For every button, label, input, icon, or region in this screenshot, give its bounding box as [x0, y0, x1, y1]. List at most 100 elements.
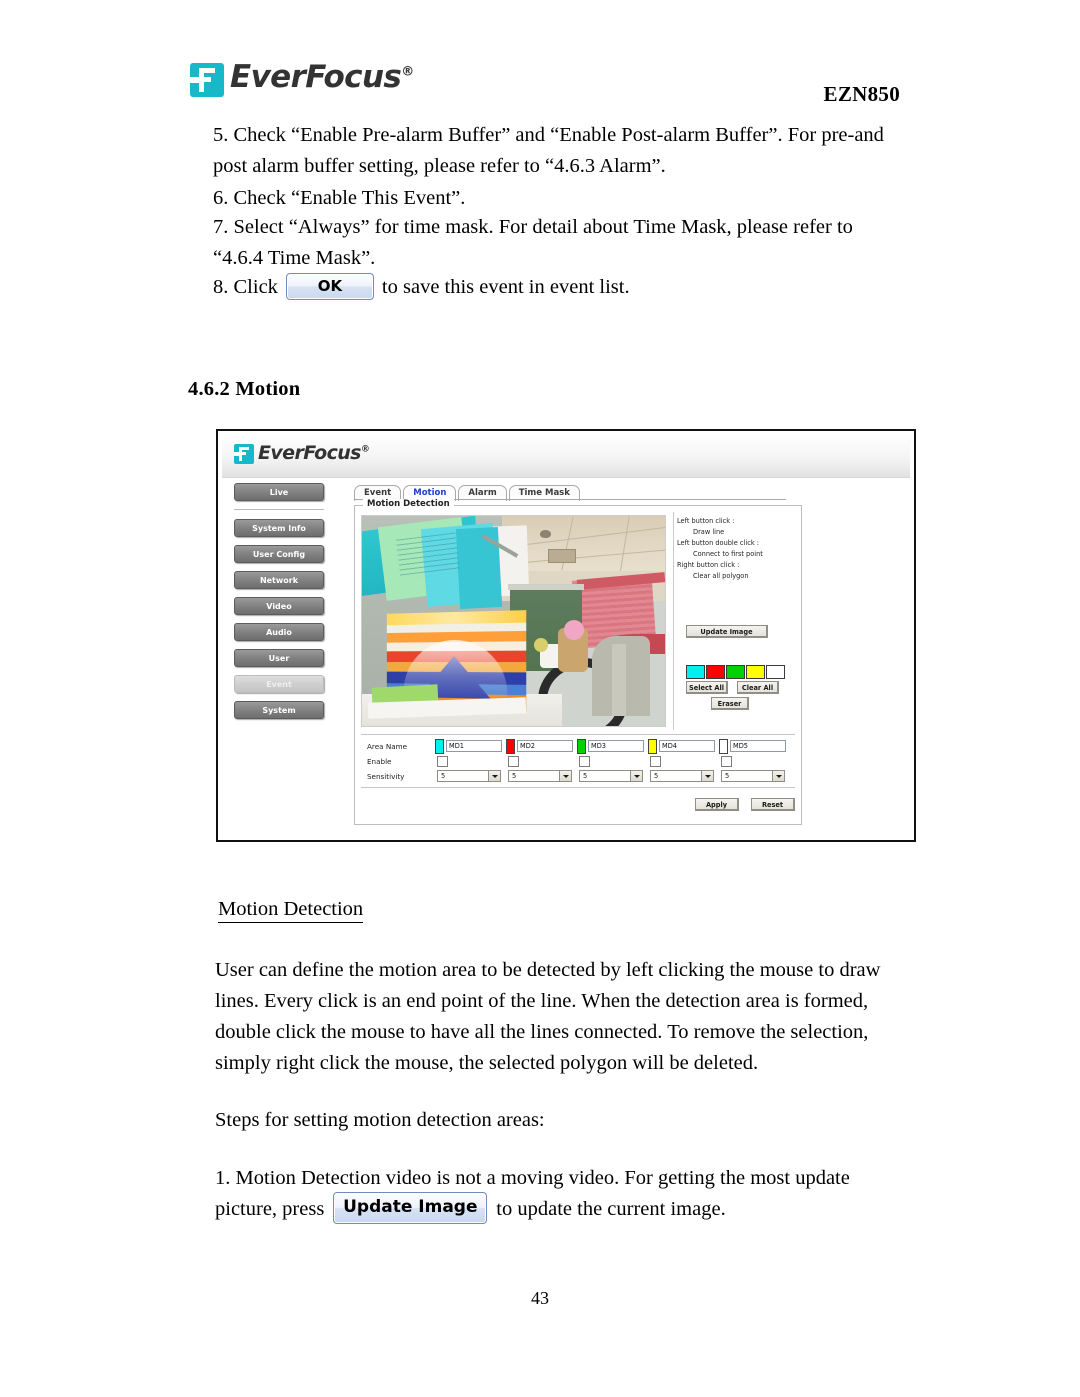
sidebar-item-system[interactable]: System: [234, 701, 324, 719]
scene-partition-edge: [508, 584, 584, 590]
hint-title-right-click: Right button click :: [677, 561, 740, 569]
enable-cell: [435, 755, 506, 767]
motion-settings-screenshot: EverFocus® Live System Info User Config …: [216, 429, 916, 842]
area-color-chip-md4: [648, 738, 657, 754]
registered-mark: ®: [401, 64, 414, 80]
sidebar-item-live[interactable]: Live: [234, 483, 324, 501]
app-everfocus-mark-icon: [234, 444, 254, 464]
app-brand-wordmark: EverFocus®: [258, 442, 370, 464]
sensitivity-select-md3[interactable]: 5: [579, 770, 643, 782]
select-all-button[interactable]: Select All: [686, 681, 728, 694]
chevron-down-icon[interactable]: [701, 771, 713, 781]
enable-checkbox-md1[interactable]: [437, 755, 448, 767]
step-1-line: 1. Motion Detection video is not a movin…: [215, 1163, 893, 1226]
sidebar-item-network[interactable]: Network: [234, 571, 324, 589]
enable-checkbox-md2[interactable]: [508, 755, 519, 767]
motion-detection-fieldset: Motion Detection Left button click: Dra…: [354, 499, 802, 825]
area-name-input-md2[interactable]: MD2: [517, 740, 573, 752]
scene-chair-post: [612, 644, 626, 716]
panel-divider: [673, 512, 674, 730]
motion-video-preview[interactable]: [361, 515, 666, 727]
enable-cell: [577, 755, 648, 767]
hint-detail-left-click: Draw line: [693, 528, 725, 536]
area-name-input-md3[interactable]: MD3: [588, 740, 644, 752]
hint-title-left-double-click: Left button double click :: [677, 539, 759, 547]
tab-strip: Event Motion Alarm Time Mask: [354, 483, 786, 501]
color-swatch-cyan[interactable]: [686, 665, 705, 679]
sensitivity-cell: 5: [435, 770, 506, 782]
sidebar-item-user[interactable]: User: [234, 649, 324, 667]
area-color-chip-md3: [577, 738, 586, 754]
scene-ceiling-vent: [548, 549, 576, 563]
step-5-text: 5. Check “Enable Pre-alarm Buffer” and “…: [213, 124, 884, 177]
app-brand-text: EverFocus: [258, 442, 361, 464]
sensitivity-value-md4: 5: [654, 772, 659, 780]
step-1-suffix: to update the current image.: [496, 1198, 726, 1220]
sidebar-item-system-info[interactable]: System Info: [234, 519, 324, 537]
mouse-hints: Left button click : Draw line Left butto…: [677, 516, 795, 582]
scene-blue-paper: [455, 526, 503, 610]
everfocus-logo: EverFocus®: [190, 59, 414, 98]
area-name-input-md4[interactable]: MD4: [659, 740, 715, 752]
apply-button[interactable]: Apply: [695, 798, 739, 811]
motion-description-paragraph: User can define the motion area to be de…: [215, 959, 881, 1074]
step-8-suffix: to save this event in event list.: [381, 276, 630, 298]
color-swatch-green[interactable]: [726, 665, 745, 679]
scene-figurine-head: [564, 620, 584, 640]
sidebar-item-video[interactable]: Video: [234, 597, 324, 615]
color-swatch-white[interactable]: [766, 665, 785, 679]
sensitivity-cell: 5: [648, 770, 719, 782]
sensitivity-value-md5: 5: [725, 772, 730, 780]
enable-checkbox-md5[interactable]: [721, 755, 732, 767]
eraser-button[interactable]: Eraser: [711, 697, 749, 710]
scene-ball: [534, 638, 548, 652]
sensitivity-select-md1[interactable]: 5: [437, 770, 501, 782]
sidebar-item-audio[interactable]: Audio: [234, 623, 324, 641]
enable-cell: [506, 755, 577, 767]
motion-detection-caption: Motion Detection: [218, 898, 364, 923]
app-registered-mark: ®: [360, 444, 370, 455]
sensitivity-value-md2: 5: [512, 772, 517, 780]
enable-checkbox-md3[interactable]: [579, 755, 590, 767]
scene-ceiling-dome: [540, 530, 551, 538]
sensitivity-value-md3: 5: [583, 772, 588, 780]
row-label-area-name: Area Name: [367, 741, 408, 751]
sensitivity-value-md1: 5: [441, 772, 446, 780]
sensitivity-select-md2[interactable]: 5: [508, 770, 572, 782]
hint-title-left-click: Left button click :: [677, 517, 735, 525]
area-name-cell: MD4: [648, 738, 719, 754]
chevron-down-icon[interactable]: [488, 771, 500, 781]
chevron-down-icon[interactable]: [630, 771, 642, 781]
enable-cell: [648, 755, 719, 767]
chevron-down-icon[interactable]: [559, 771, 571, 781]
model-identifier: EZN850: [823, 82, 900, 106]
update-image-button[interactable]: Update Image: [686, 625, 768, 638]
sensitivity-cell: 5: [719, 770, 790, 782]
area-name-cell: MD5: [719, 738, 790, 754]
row-label-enable: Enable: [367, 756, 392, 766]
sensitivity-select-md4[interactable]: 5: [650, 770, 714, 782]
ok-button[interactable]: OK: [285, 272, 374, 300]
scene-paper-text-lines: [395, 532, 461, 580]
everfocus-mark-icon: [190, 63, 224, 97]
sidebar-divider: [234, 509, 324, 510]
step-8-prefix: 8. Click: [213, 276, 278, 298]
row-label-sensitivity: Sensitivity: [367, 771, 405, 781]
area-name-input-md5[interactable]: MD5: [730, 740, 786, 752]
clear-all-button[interactable]: Clear All: [737, 681, 779, 694]
brand-wordmark: EverFocus®: [230, 59, 414, 95]
update-image-inline-button[interactable]: Update Image: [333, 1192, 488, 1225]
area-name-cell: MD1: [435, 738, 506, 754]
color-swatch-red[interactable]: [706, 665, 725, 679]
sidebar-item-user-config[interactable]: User Config: [234, 545, 324, 563]
app-everfocus-logo: EverFocus®: [234, 442, 370, 465]
reset-button[interactable]: Reset: [751, 798, 795, 811]
chevron-down-icon[interactable]: [772, 771, 784, 781]
sensitivity-select-md5[interactable]: 5: [721, 770, 785, 782]
enable-checkbox-md4[interactable]: [650, 755, 661, 767]
brand-text: EverFocus: [230, 59, 402, 95]
area-name-input-md1[interactable]: MD1: [446, 740, 502, 752]
sidebar-item-event[interactable]: Event: [234, 675, 324, 693]
form-actions: Apply Reset: [361, 794, 795, 812]
color-swatch-yellow[interactable]: [746, 665, 765, 679]
